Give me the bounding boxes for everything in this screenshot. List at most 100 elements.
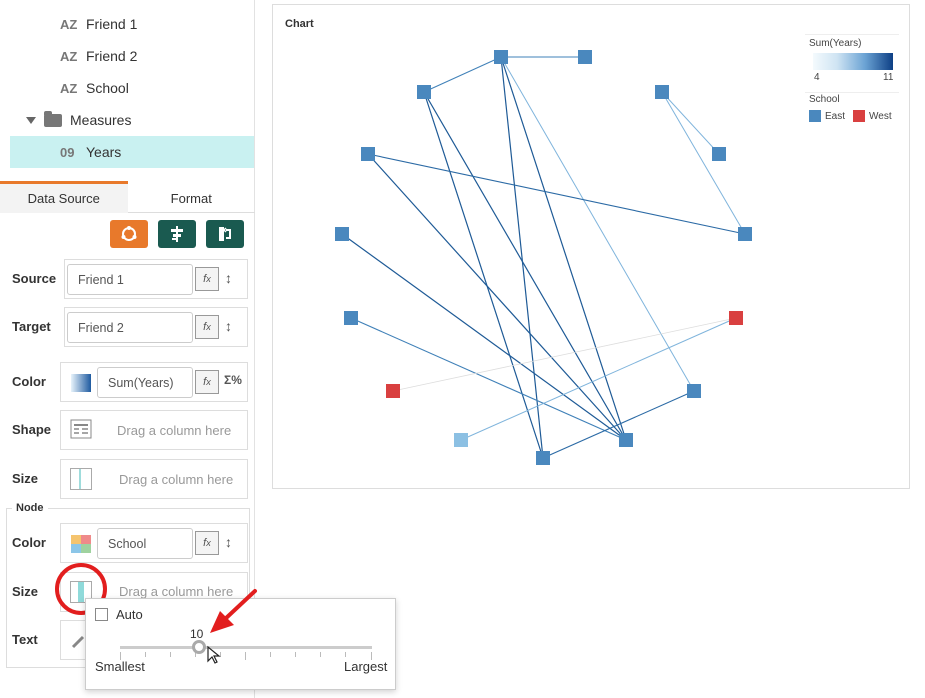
- text-field-icon: AZ: [60, 16, 78, 32]
- network-edge: [500, 56, 544, 459]
- legend-max: 11: [883, 72, 894, 83]
- node-group-title: Node: [12, 502, 48, 514]
- mouse-cursor-icon: [207, 645, 221, 664]
- network-edge: [661, 91, 720, 155]
- align-button[interactable]: [158, 220, 196, 248]
- formula-icon[interactable]: fx: [195, 315, 219, 339]
- color-gradient-icon[interactable]: [71, 374, 91, 392]
- network-node: [536, 451, 550, 465]
- tree-item-school[interactable]: AZ School: [10, 72, 254, 104]
- size-row: Size Drag a column here: [6, 459, 248, 499]
- network-edge: [367, 153, 746, 235]
- size-icon[interactable]: [70, 468, 92, 490]
- color-dropzone[interactable]: Sum(Years) fx Σ%: [60, 362, 248, 402]
- pencil-icon[interactable]: [71, 635, 85, 649]
- auto-checkbox[interactable]: [95, 608, 108, 621]
- network-edge: [367, 153, 627, 441]
- align-icon: [171, 226, 183, 242]
- network-node: [494, 50, 508, 64]
- network-edge: [350, 317, 627, 441]
- network-edge: [423, 91, 627, 441]
- target-label: Target: [12, 319, 51, 334]
- network-edge: [661, 91, 746, 235]
- size-label: Size: [12, 471, 39, 486]
- node-size-label: Size: [12, 584, 39, 599]
- chart-panel: Chart Sum(Years) 4 11 School East West: [272, 4, 910, 489]
- slider-min-label: Smallest: [95, 659, 145, 674]
- annotation-arrow: [207, 589, 257, 664]
- node-color-label: Color: [12, 535, 46, 550]
- network-node: [729, 311, 743, 325]
- tab-data-source[interactable]: Data Source: [0, 181, 128, 213]
- network-node: [344, 311, 358, 325]
- network-node: [386, 384, 400, 398]
- tree-folder-measures[interactable]: Measures: [26, 110, 131, 130]
- target-pill[interactable]: Friend 2: [67, 312, 193, 343]
- legend-sum-title: Sum(Years): [809, 38, 862, 49]
- network-edge: [423, 56, 502, 93]
- sort-icon[interactable]: ↕: [225, 318, 232, 334]
- legend-gradient: [813, 53, 893, 70]
- network-node: [361, 147, 375, 161]
- chart-legend: Sum(Years) 4 11 School East West: [805, 34, 901, 128]
- network-node: [578, 50, 592, 64]
- network-edge: [500, 56, 627, 441]
- network-chart-button[interactable]: [110, 220, 148, 248]
- folder-icon: [44, 110, 62, 127]
- source-pill[interactable]: Friend 1: [67, 264, 193, 295]
- panel-tabs: Data Source Format: [0, 181, 255, 213]
- tree-item-label: Friend 2: [86, 48, 138, 64]
- slider-max-label: Largest: [344, 659, 388, 674]
- network-node: [619, 433, 633, 447]
- source-label: Source: [12, 271, 57, 286]
- text-field-icon: AZ: [60, 48, 78, 64]
- network-node: [335, 227, 349, 241]
- legend-west-label: West: [869, 111, 892, 122]
- category-color-icon[interactable]: [71, 535, 91, 553]
- formula-icon[interactable]: fx: [195, 267, 219, 291]
- node-color-dropzone[interactable]: School fx ↕: [60, 523, 248, 563]
- network-edge: [460, 317, 737, 441]
- shape-row: Shape Drag a column here: [6, 410, 248, 450]
- color-pill[interactable]: Sum(Years): [97, 367, 193, 398]
- source-row: Source Friend 1 fx ↕: [6, 259, 248, 299]
- node-color-pill[interactable]: School: [97, 528, 193, 559]
- swap-icon: [219, 227, 231, 241]
- tree-item-friend1[interactable]: AZ Friend 1: [10, 8, 254, 40]
- aggregate-icon[interactable]: Σ%: [224, 373, 242, 387]
- sort-icon[interactable]: ↕: [225, 534, 232, 550]
- swap-button[interactable]: [206, 220, 244, 248]
- legend-east-swatch: [809, 110, 821, 122]
- size-placeholder: Drag a column here: [119, 472, 234, 487]
- size-dropzone[interactable]: Drag a column here: [60, 459, 248, 499]
- sort-icon[interactable]: ↕: [225, 270, 232, 286]
- shape-dropzone[interactable]: Drag a column here: [60, 410, 248, 450]
- expand-triangle-icon[interactable]: [26, 116, 36, 124]
- tree-item-label: Friend 1: [86, 16, 138, 32]
- network-chart-icon: [121, 226, 137, 241]
- tree-item-label: Years: [86, 144, 122, 160]
- auto-label: Auto: [116, 607, 143, 622]
- source-dropzone[interactable]: Friend 1 fx ↕: [64, 259, 248, 299]
- shape-icon[interactable]: [70, 419, 92, 439]
- color-row: Color Sum(Years) fx Σ%: [6, 362, 248, 402]
- shape-label: Shape: [12, 422, 52, 437]
- node-color-row: Color School fx ↕: [6, 523, 248, 563]
- shape-placeholder: Drag a column here: [117, 423, 232, 438]
- formula-icon[interactable]: fx: [195, 531, 219, 555]
- target-dropzone[interactable]: Friend 2 fx ↕: [64, 307, 248, 347]
- network-edge: [392, 317, 737, 392]
- network-edge: [423, 91, 544, 459]
- tree-item-friend2[interactable]: AZ Friend 2: [10, 40, 254, 72]
- legend-school-title: School: [809, 94, 840, 105]
- network-node: [417, 85, 431, 99]
- color-label: Color: [12, 374, 46, 389]
- network-edge: [341, 233, 627, 441]
- network-edge: [542, 390, 695, 459]
- target-row: Target Friend 2 fx ↕: [6, 307, 248, 347]
- formula-icon[interactable]: fx: [195, 370, 219, 394]
- tab-format[interactable]: Format: [128, 181, 256, 213]
- network-node: [687, 384, 701, 398]
- tree-item-years[interactable]: 09 Years: [10, 136, 254, 168]
- legend-min: 4: [814, 72, 820, 83]
